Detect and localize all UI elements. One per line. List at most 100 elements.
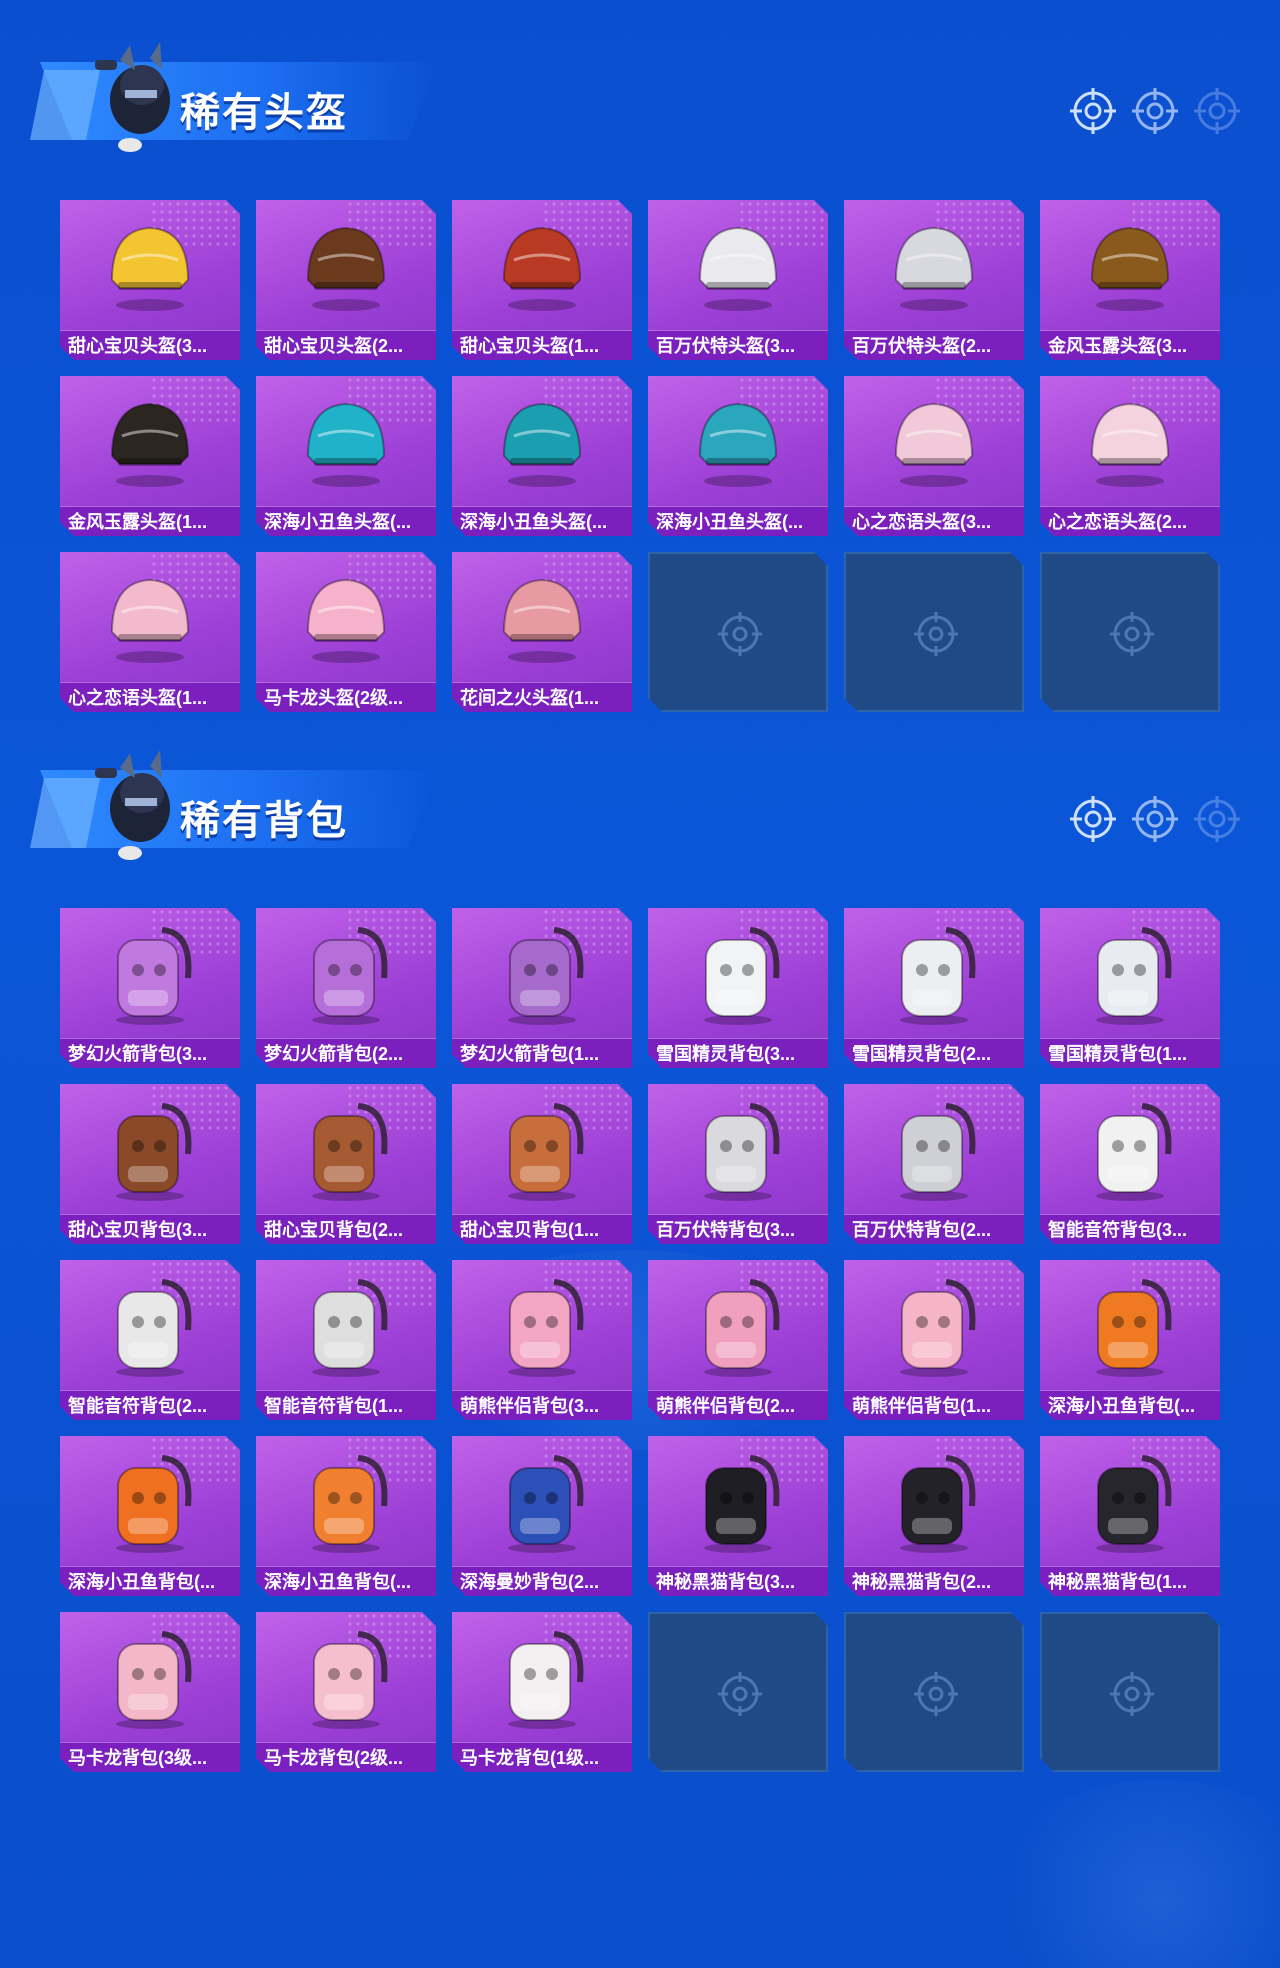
item-card[interactable]: 梦幻火箭背包(1... — [452, 908, 632, 1068]
item-card[interactable]: 萌熊伴侣背包(1... — [844, 1260, 1024, 1420]
item-card[interactable]: 深海小丑鱼头盔(... — [256, 376, 436, 536]
item-card[interactable]: 萌熊伴侣背包(3... — [452, 1260, 632, 1420]
section-title: 稀有背包 — [180, 799, 348, 843]
pink-bunny-helmet-icon — [296, 562, 396, 672]
cat-backpack-icon — [688, 1094, 788, 1204]
item-card[interactable]: 神秘黑猫背包(1... — [1040, 1436, 1220, 1596]
empty-slot-crosshair-icon — [1108, 1670, 1156, 1718]
item-label: 百万伏特头盔(2... — [844, 330, 1024, 360]
teal-helmet-icon — [492, 386, 592, 496]
empty-slot-crosshair-icon — [1108, 610, 1156, 658]
item-label: 金风玉露头盔(3... — [1040, 330, 1220, 360]
item-label: 甜心宝贝背包(2... — [256, 1214, 436, 1244]
item-card[interactable]: 马卡龙背包(3级... — [60, 1612, 240, 1772]
item-label: 深海小丑鱼头盔(... — [648, 506, 828, 536]
item-label: 马卡龙背包(1级... — [452, 1742, 632, 1772]
item-card[interactable]: 甜心宝贝头盔(1... — [452, 200, 632, 360]
item-card[interactable]: 深海曼妙背包(2... — [452, 1436, 632, 1596]
item-label: 深海小丑鱼背包(... — [256, 1566, 436, 1596]
item-card[interactable]: 深海小丑鱼背包(... — [60, 1436, 240, 1596]
item-card[interactable]: 百万伏特头盔(3... — [648, 200, 828, 360]
item-card[interactable]: 花间之火头盔(1... — [452, 552, 632, 712]
item-card[interactable]: 金风玉露头盔(3... — [1040, 200, 1220, 360]
item-card[interactable]: 心之恋语头盔(2... — [1040, 376, 1220, 536]
item-card[interactable]: 金风玉露头盔(1... — [60, 376, 240, 536]
item-card[interactable]: 深海小丑鱼背包(... — [256, 1436, 436, 1596]
crosshair-icon — [1194, 88, 1240, 134]
item-card[interactable]: 甜心宝贝背包(3... — [60, 1084, 240, 1244]
item-label: 深海曼妙背包(2... — [452, 1566, 632, 1596]
black-cat-backpack-icon — [688, 1446, 788, 1556]
item-card[interactable]: 甜心宝贝背包(1... — [452, 1084, 632, 1244]
item-card[interactable]: 心之恋语头盔(1... — [60, 552, 240, 712]
helmet-section: 稀有头盔 甜心宝贝头盔(3... 甜心宝贝头盔(2... 甜心宝贝头盔(1... 百万… — [0, 40, 1280, 720]
item-card[interactable]: 雪国精灵背包(1... — [1040, 908, 1220, 1068]
item-card[interactable]: 马卡龙背包(1级... — [452, 1612, 632, 1772]
item-card[interactable]: 深海小丑鱼头盔(... — [648, 376, 828, 536]
item-label: 心之恋语头盔(3... — [844, 506, 1024, 536]
macaron-backpack-icon — [100, 1622, 200, 1732]
item-card[interactable]: 马卡龙背包(2级... — [256, 1612, 436, 1772]
empty-slot — [648, 1612, 828, 1772]
item-card[interactable]: 甜心宝贝头盔(3... — [60, 200, 240, 360]
item-label: 甜心宝贝头盔(2... — [256, 330, 436, 360]
item-label: 雪国精灵背包(1... — [1040, 1038, 1220, 1068]
item-label: 神秘黑猫背包(3... — [648, 1566, 828, 1596]
chocolate-helmet-icon — [296, 210, 396, 320]
item-label: 梦幻火箭背包(1... — [452, 1038, 632, 1068]
item-card[interactable]: 百万伏特背包(2... — [844, 1084, 1024, 1244]
crosshair-icon — [1132, 796, 1178, 842]
macaron-backpack-icon — [296, 1622, 396, 1732]
black-cat-backpack-icon — [884, 1446, 984, 1556]
item-label: 智能音符背包(2... — [60, 1390, 240, 1420]
crosshair-icon — [1132, 88, 1178, 134]
empty-slot — [844, 552, 1024, 712]
crosshair-icon — [1194, 796, 1240, 842]
clownfish-backpack-icon — [296, 1446, 396, 1556]
item-label: 深海小丑鱼头盔(... — [256, 506, 436, 536]
pink-gold-helmet-icon — [492, 562, 592, 672]
white-orange-backpack-icon — [296, 1270, 396, 1380]
empty-slot — [648, 552, 828, 712]
cake-backpack-icon — [492, 1094, 592, 1204]
item-label: 雪国精灵背包(3... — [648, 1038, 828, 1068]
item-card[interactable]: 心之恋语头盔(3... — [844, 376, 1024, 536]
item-card[interactable]: 百万伏特头盔(2... — [844, 200, 1024, 360]
item-card[interactable]: 神秘黑猫背包(3... — [648, 1436, 828, 1596]
pink-bear-backpack-icon — [492, 1270, 592, 1380]
item-label: 深海小丑鱼背包(... — [1040, 1390, 1220, 1420]
item-card[interactable]: 智能音符背包(2... — [60, 1260, 240, 1420]
cupcake-helmet-icon — [100, 210, 200, 320]
item-label: 马卡龙头盔(2级... — [256, 682, 436, 712]
cake-backpack-icon — [100, 1094, 200, 1204]
item-card[interactable]: 梦幻火箭背包(2... — [256, 908, 436, 1068]
item-card[interactable]: 百万伏特背包(3... — [648, 1084, 828, 1244]
item-card[interactable]: 梦幻火箭背包(3... — [60, 908, 240, 1068]
item-label: 甜心宝贝背包(1... — [452, 1214, 632, 1244]
item-card[interactable]: 深海小丑鱼背包(... — [1040, 1260, 1220, 1420]
empty-slot — [1040, 1612, 1220, 1772]
item-card[interactable]: 深海小丑鱼头盔(... — [452, 376, 632, 536]
item-label: 萌熊伴侣背包(1... — [844, 1390, 1024, 1420]
rocket-backpack-icon — [296, 918, 396, 1028]
item-card[interactable]: 雪国精灵背包(2... — [844, 908, 1024, 1068]
item-label: 深海小丑鱼头盔(... — [452, 506, 632, 536]
empty-slot — [844, 1612, 1024, 1772]
item-label: 甜心宝贝背包(3... — [60, 1214, 240, 1244]
mascot-character-icon — [95, 750, 170, 860]
item-card[interactable]: 甜心宝贝背包(2... — [256, 1084, 436, 1244]
item-card[interactable]: 萌熊伴侣背包(2... — [648, 1260, 828, 1420]
item-card[interactable]: 智能音符背包(1... — [256, 1260, 436, 1420]
item-card[interactable]: 智能音符背包(3... — [1040, 1084, 1220, 1244]
item-card[interactable]: 马卡龙头盔(2级... — [256, 552, 436, 712]
item-card[interactable]: 甜心宝贝头盔(2... — [256, 200, 436, 360]
item-card[interactable]: 神秘黑猫背包(2... — [844, 1436, 1024, 1596]
item-card[interactable]: 雪国精灵背包(3... — [648, 908, 828, 1068]
cake-backpack-icon — [296, 1094, 396, 1204]
section-header: 稀有背包 — [30, 748, 450, 868]
item-label: 心之恋语头盔(1... — [60, 682, 240, 712]
crosshair-icon — [1070, 88, 1116, 134]
section-header: 稀有头盔 — [30, 40, 450, 160]
item-label: 梦幻火箭背包(2... — [256, 1038, 436, 1068]
crosshair-icon — [1070, 796, 1116, 842]
